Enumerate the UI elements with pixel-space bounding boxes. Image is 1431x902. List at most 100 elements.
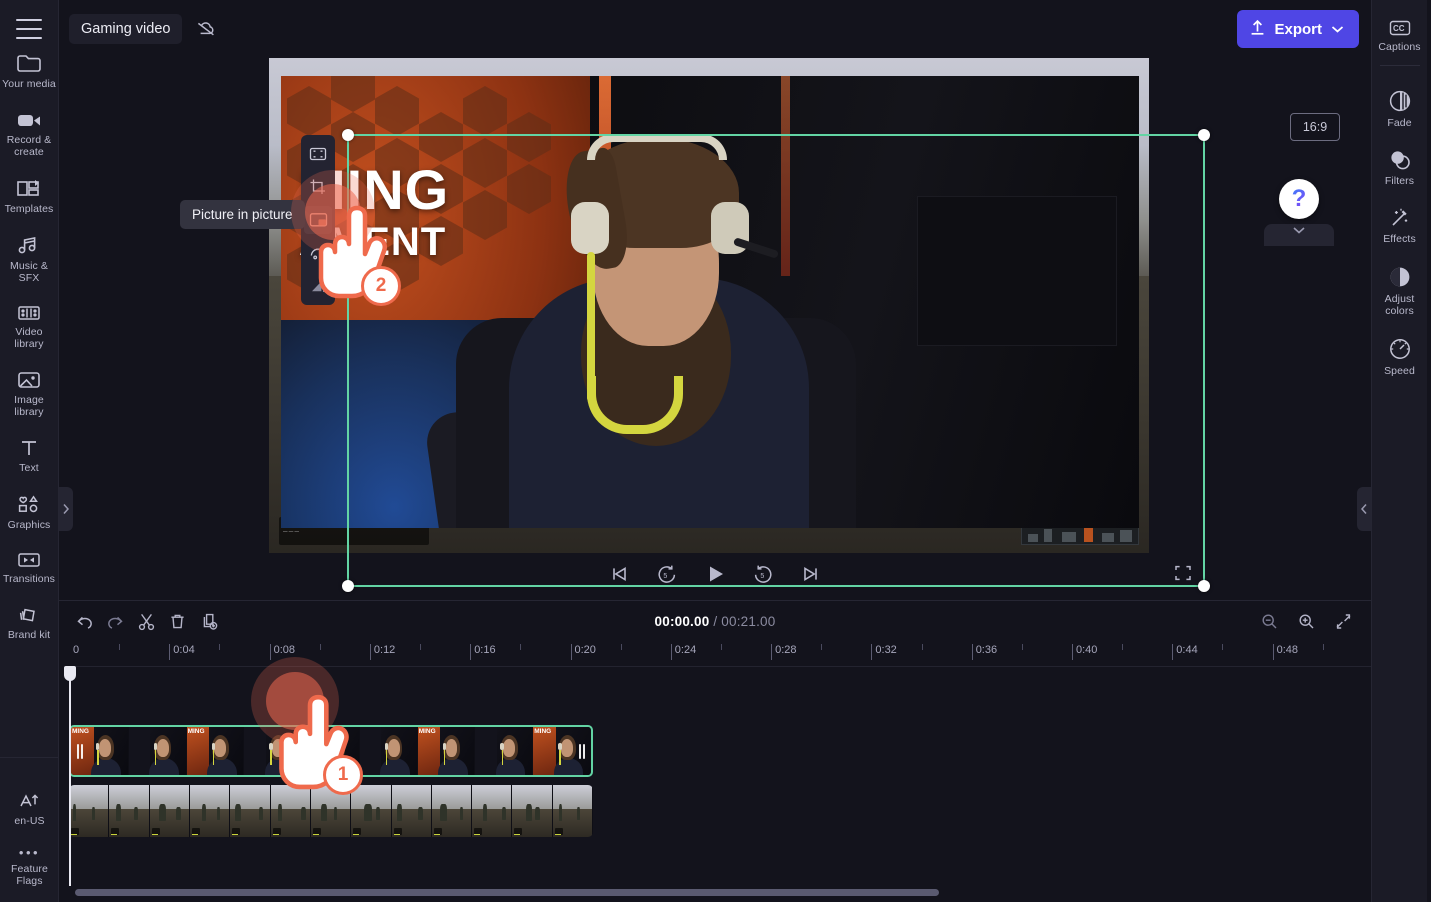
monitor: [917, 196, 1117, 346]
playhead[interactable]: [64, 666, 76, 886]
sidebar-item-captions[interactable]: CC Captions: [1378, 10, 1421, 66]
ruler-tick-major: [570, 644, 572, 660]
sidebar-item-music-sfx[interactable]: Music & SFX: [0, 226, 59, 291]
ruler-tick-label: 0:44: [1176, 644, 1198, 656]
ruler-tick-major: [771, 644, 773, 660]
clip-trim-handle-left[interactable]: [74, 738, 86, 764]
zoom-out-icon[interactable]: [1254, 606, 1285, 636]
ruler-tick-major: [971, 644, 973, 660]
ruler-tick-minor: [520, 644, 522, 650]
time-display: 00:00.00 / 00:21.00: [59, 614, 1371, 629]
sidebar-bottom-group: en-US ••• Feature Flags: [0, 757, 59, 902]
ruler-tick-minor: [921, 644, 923, 650]
sidebar-item-brand-kit[interactable]: Brand kit: [0, 596, 59, 648]
sidebar-item-transitions[interactable]: Transitions: [0, 542, 59, 592]
timeline-track-background: [69, 785, 1371, 837]
sidebar-item-templates[interactable]: Templates: [0, 169, 59, 222]
crop-icon[interactable]: [304, 173, 332, 201]
sidebar-item-label: Text: [19, 462, 39, 474]
ruler-tick-major: [670, 644, 672, 660]
zoom-in-icon[interactable]: [1291, 606, 1322, 636]
sidebar-item-fade[interactable]: Fade: [1370, 80, 1429, 136]
clip-thumbnail: [189, 785, 231, 837]
rotate-icon[interactable]: [304, 239, 332, 267]
sidebar-item-graphics[interactable]: Graphics: [0, 485, 59, 538]
timeline-clip-background[interactable]: [69, 785, 593, 837]
rewind-5s-icon[interactable]: 5: [652, 559, 682, 589]
clip-trim-handle-right[interactable]: [576, 738, 588, 764]
tooltip: Picture in picture: [180, 200, 310, 229]
export-label: Export: [1274, 20, 1322, 38]
clip-thumbnail: [472, 785, 513, 837]
skip-to-start-icon[interactable]: [604, 559, 634, 589]
sidebar-item-your-media[interactable]: Your media: [0, 43, 59, 97]
sidebar-item-image-library[interactable]: Image library: [0, 361, 59, 425]
sidebar-item-adjust-colors[interactable]: Adjust colors: [1370, 256, 1429, 324]
playhead-knob[interactable]: [64, 666, 76, 681]
fullscreen-icon[interactable]: [1169, 559, 1197, 587]
ruler-tick-label: 0:16: [474, 644, 496, 656]
text-t-icon: [16, 438, 42, 458]
flip-icon[interactable]: [304, 272, 332, 300]
timeline-track-overlay: MING MING MING MING MING: [69, 725, 1371, 777]
sidebar-item-label: Video library: [14, 326, 44, 350]
clip-thumbnail: [230, 785, 271, 837]
sidebar-item-label: Templates: [4, 203, 54, 215]
undo-icon[interactable]: [69, 606, 100, 636]
svg-text:CC: CC: [1393, 24, 1405, 33]
sidebar-item-label: en-US: [14, 815, 45, 827]
collapse-left-panel-handle[interactable]: [59, 487, 73, 531]
sidebar-item-feature-flags[interactable]: ••• Feature Flags: [0, 838, 59, 894]
overlay-video-layer[interactable]: MING AMENT: [281, 76, 1139, 528]
sidebar-item-label: Adjust colors: [1384, 293, 1415, 317]
trash-icon[interactable]: [162, 606, 193, 636]
timeline-ruler[interactable]: 0 0:04 0:08 0:12 0:16 0:20 0:24 0:28 0:32 0:36 0:4…: [69, 641, 1371, 667]
export-button[interactable]: Export: [1237, 10, 1359, 48]
left-sidebar: Your media Record & create Templates Mus…: [0, 0, 59, 902]
sidebar-item-filters[interactable]: Filters: [1370, 140, 1429, 194]
cloud-off-icon[interactable]: [190, 14, 222, 44]
image-icon: [16, 370, 42, 390]
ruler-tick-minor: [119, 644, 121, 650]
sidebar-item-language[interactable]: en-US: [0, 782, 59, 834]
sidebar-item-speed[interactable]: Speed: [1370, 328, 1429, 384]
sidebar-item-label: Fade: [1387, 117, 1412, 129]
aspect-ratio-badge[interactable]: 16:9: [1290, 113, 1340, 141]
redo-icon[interactable]: [100, 606, 131, 636]
sidebar-item-video-library[interactable]: Video library: [0, 295, 59, 357]
clip-thumbnail: [129, 727, 187, 775]
clip-thumbnail: [475, 727, 534, 775]
sidebar-item-effects[interactable]: Effects: [1370, 198, 1429, 252]
duplicate-icon[interactable]: [193, 606, 224, 636]
current-time: 00:00.00: [654, 613, 710, 629]
collapse-right-panel-handle[interactable]: [1357, 487, 1371, 531]
clip-thumbnail: [310, 785, 352, 837]
help-panel-collapse-tab[interactable]: [1264, 224, 1334, 246]
hamburger-icon[interactable]: [16, 19, 42, 39]
forward-5s-icon[interactable]: 5: [748, 559, 778, 589]
help-button[interactable]: ?: [1279, 179, 1319, 219]
timeline-clip-overlay[interactable]: MING MING MING MING MING: [69, 725, 593, 777]
timeline-scrollbar[interactable]: [69, 886, 1361, 898]
timeline-zoom-controls: [1254, 606, 1359, 636]
ruler-tick-minor: [620, 644, 622, 650]
ruler-tick-minor: [1021, 644, 1023, 650]
project-title-input[interactable]: Gaming video: [69, 14, 183, 44]
scissors-icon[interactable]: [131, 606, 162, 636]
play-icon[interactable]: [700, 559, 730, 589]
sidebar-item-text[interactable]: Text: [0, 429, 59, 481]
ruler-tick-major: [369, 644, 371, 660]
right-sidebar: CC Captions Fade Filters Effects Adjust …: [1371, 0, 1427, 902]
sidebar-item-record-create[interactable]: Record & create: [0, 101, 59, 165]
resize-handle-top-right[interactable]: [1198, 129, 1210, 141]
fit-timeline-icon[interactable]: [1328, 606, 1359, 636]
sidebar-item-label: Record & create: [6, 134, 52, 158]
svg-text:5: 5: [663, 573, 667, 580]
fit-to-frame-icon[interactable]: [304, 140, 332, 168]
timeline-scrollbar-thumb[interactable]: [75, 889, 939, 896]
templates-icon: [16, 178, 42, 199]
ruler-tick-minor: [821, 644, 823, 650]
clip-thumbnail: [109, 785, 150, 837]
skip-to-end-icon[interactable]: [796, 559, 826, 589]
video-preview[interactable]: — — — —— — —: [269, 58, 1149, 553]
